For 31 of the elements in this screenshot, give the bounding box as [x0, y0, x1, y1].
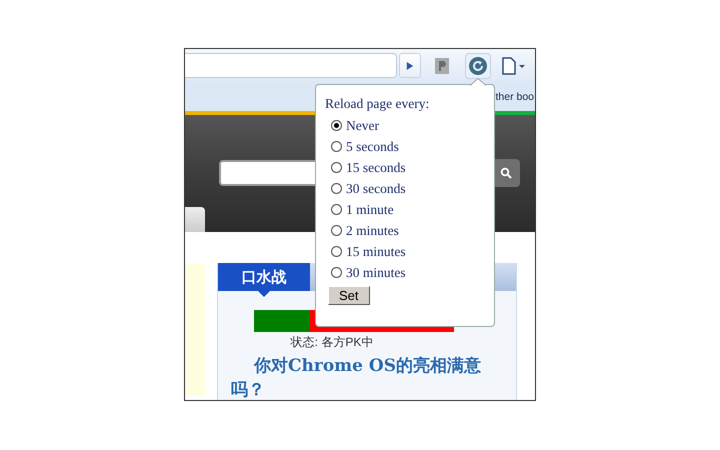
- radio-label[interactable]: 2 minutes: [346, 222, 399, 238]
- radio-label[interactable]: Never: [346, 118, 379, 134]
- page-menu-icon[interactable]: [501, 56, 527, 74]
- radio-label[interactable]: 1 minute: [346, 202, 394, 218]
- poll-question[interactable]: 你对Chrome OS的亮相满意吗？: [231, 354, 510, 400]
- address-field[interactable]: [185, 53, 397, 78]
- set-button[interactable]: Set: [328, 286, 370, 305]
- tab-pointer: [258, 291, 270, 297]
- popup-title: Reload page every:: [325, 95, 430, 113]
- radio-button[interactable]: [331, 183, 342, 194]
- poll-tab[interactable]: 口水战: [218, 263, 310, 291]
- go-button[interactable]: [399, 53, 421, 78]
- radio-label[interactable]: 30 seconds: [346, 180, 406, 196]
- poll-status: 状态: 各方PK中: [290, 334, 374, 351]
- radio-button[interactable]: [331, 225, 342, 236]
- reload-icon: [468, 56, 488, 76]
- bookmarks-label[interactable]: ther boo: [495, 90, 534, 102]
- radio-button[interactable]: [331, 141, 342, 152]
- radio-button[interactable]: [331, 204, 342, 215]
- radio-label[interactable]: 5 seconds: [346, 138, 399, 154]
- radio-button[interactable]: [331, 267, 342, 278]
- reload-extension-button[interactable]: [465, 52, 491, 78]
- search-icon: [500, 167, 512, 179]
- radio-button[interactable]: [331, 120, 342, 131]
- radio-button[interactable]: [331, 246, 342, 257]
- p-icon[interactable]: [435, 58, 449, 74]
- radio-label[interactable]: 15 minutes: [346, 244, 406, 260]
- play-icon: [406, 60, 414, 72]
- radio-button[interactable]: [331, 162, 342, 173]
- radio-label[interactable]: 30 minutes: [346, 264, 406, 280]
- radio-label[interactable]: 15 seconds: [346, 160, 406, 176]
